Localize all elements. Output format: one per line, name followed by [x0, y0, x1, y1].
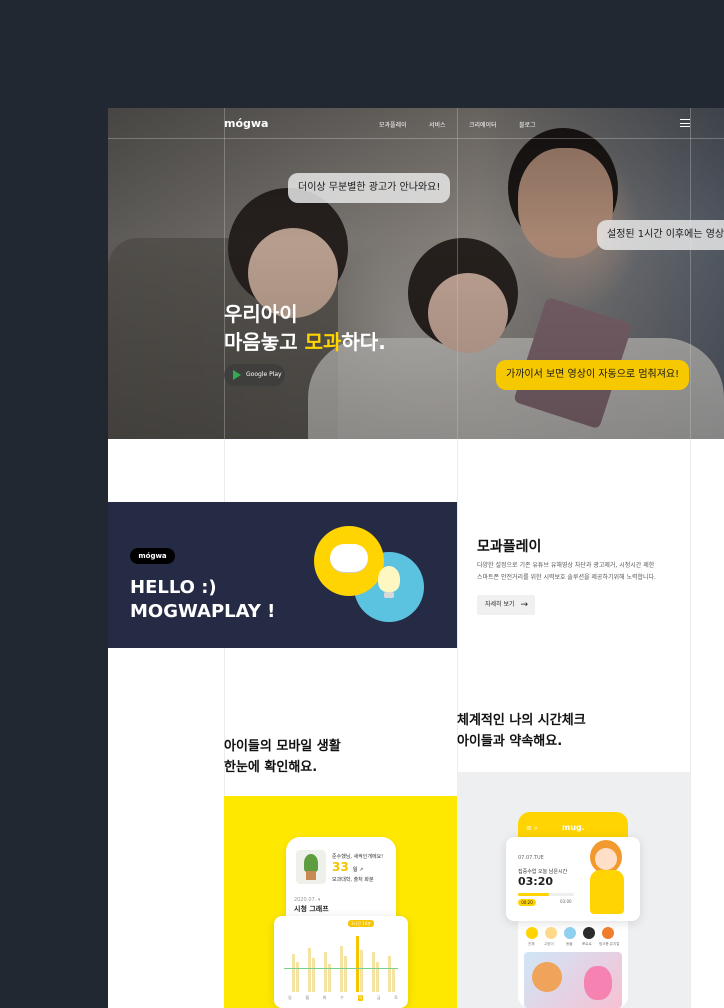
graph-bar	[392, 968, 395, 992]
day-label: 금	[376, 995, 381, 1000]
speech-bubble-auto-pause: 가까이서 보면 영상이 자동으로 멈춰져요!	[496, 360, 690, 390]
graph-bar	[388, 956, 391, 992]
speech-bubble-ads: 더이상 무분별한 광고가 안나와요!	[288, 173, 451, 203]
category-cat-icon[interactable]	[545, 927, 557, 939]
category-label: 핑크퐁 뮤지컬	[599, 942, 620, 946]
speech-bubble-time-limit: 설정된 1시간 이후에는 영상을 !	[597, 220, 724, 250]
category-label: 전체	[528, 942, 535, 946]
google-play-icon	[233, 370, 241, 380]
day-label: 일	[288, 995, 292, 1000]
timer-remaining: 03:20	[518, 875, 554, 888]
top-nav: mógwa 모과플레이 서비스 크리에이터 블로그	[108, 108, 724, 138]
hero-title-line2: 마음놓고 모과하다.	[224, 328, 386, 356]
bar-area	[284, 930, 398, 992]
mobile-life-heading: 아이들의 모바일 생활 한눈에 확인해요.	[224, 736, 341, 778]
hero-title-text: 마음놓고	[224, 330, 305, 354]
desc-line1: 다양한 설정으로 기존 유튜브 유해영상 차단과 광고제거, 시청시간 제한	[477, 562, 655, 569]
nav-item-blog[interactable]: 블로그	[519, 120, 536, 129]
more-details-button[interactable]: 자세히 보기 →	[477, 595, 535, 615]
desc-line2: 스마트폰 안전거리를 위한 시력보호 솔루션을 제공하기위해 노력합니다.	[477, 574, 656, 581]
mogwaplay-title: 모과플레이	[477, 539, 542, 555]
nav-item-creator[interactable]: 크리에이터	[469, 120, 497, 129]
graph-bar	[340, 946, 343, 992]
day-label: 월	[305, 995, 310, 1000]
hero-title-line1: 우리아이	[224, 302, 298, 326]
graph-day-labels: 일 월 화 수 목 금 토	[288, 995, 398, 1001]
hero-title-text-end: 하다.	[341, 330, 386, 354]
mogwaplay-banner: mógwa HELLO :) MOGWAPLAY !	[108, 502, 457, 648]
category-pinkfong-icon[interactable]	[602, 927, 614, 939]
hamburger-menu-icon[interactable]	[680, 119, 690, 127]
hello-line2: MOGWAPLAY !	[130, 601, 276, 622]
mogwaplay-description: 다양한 설정으로 기존 유튜브 유해영상 차단과 광고제거, 시청시간 제한 스…	[477, 560, 677, 584]
category-label: 고양이	[544, 942, 554, 946]
timer-app-menu-search-icons[interactable]: ≡ ⌕	[526, 824, 538, 833]
category-label: 동물	[566, 942, 573, 946]
lightbulb-icon	[378, 566, 400, 592]
hero-title: 우리아이 마음놓고 모과하다.	[224, 300, 386, 356]
day-label: 화	[322, 995, 327, 1000]
graph-date[interactable]: 2020.07. ▾	[294, 897, 320, 903]
timer-progress-bar	[518, 893, 574, 896]
day-label: 토	[394, 995, 398, 1000]
mogwa-badge: mógwa	[130, 548, 175, 564]
graph-peak-badge: 3시간 10분	[348, 920, 374, 927]
nav-divider	[108, 138, 724, 139]
lightbulb-base	[384, 592, 394, 598]
category-animal-icon[interactable]	[564, 927, 576, 939]
landing-page: mógwa 모과플레이 서비스 크리에이터 블로그 더이상 무분별한 광고가 안…	[108, 108, 724, 1008]
graph-bar	[360, 950, 363, 992]
time-heading-line1: 체계적인 나의 시간체크	[457, 713, 586, 728]
graph-average-line	[284, 968, 398, 969]
growth-days-unit: 일 ↗	[352, 867, 364, 873]
graph-bar	[376, 962, 379, 992]
time-heading-line2: 아이들과 약속해요.	[457, 734, 563, 749]
graph-bar	[296, 962, 299, 992]
video-thumbnail[interactable]	[524, 952, 622, 1008]
hero-title-highlight: 모과	[304, 330, 342, 354]
timer-app-logo: mug.	[562, 823, 585, 832]
time-check-heading: 체계적인 나의 시간체크 아이들과 약속해요.	[457, 710, 586, 752]
plant-icon	[296, 850, 326, 884]
category-pororo-icon[interactable]	[583, 927, 595, 939]
growth-days: 33 일 ↗	[332, 860, 363, 874]
growth-greeting: 준수했님, 새싹인개에요!	[332, 854, 384, 860]
timer-elapsed: 00:20	[518, 899, 536, 906]
more-details-label: 자세히 보기	[485, 601, 515, 608]
timer-total: 03:00	[560, 899, 572, 904]
growth-days-value: 33	[332, 860, 349, 874]
growth-sub: 모과대학, 출처 화분	[332, 877, 374, 883]
graph-bar	[312, 958, 315, 992]
viewing-graph-card: 3시간 10분 일 월 화 수 목 금 토	[274, 916, 408, 1008]
thought-cloud-icon	[330, 544, 368, 572]
viewing-graph-label: 시청 그래프	[294, 905, 329, 913]
hello-line1: HELLO :)	[130, 577, 217, 598]
day-label: 목	[357, 995, 364, 1001]
graph-bar	[344, 956, 347, 992]
life-heading-line2: 한눈에 확인해요.	[224, 760, 318, 775]
day-label: 수	[340, 995, 344, 1000]
graph-bar	[292, 954, 295, 992]
graph-bar	[308, 948, 311, 992]
graph-bar-highlight	[356, 936, 359, 992]
google-play-button[interactable]: Google Play	[224, 364, 285, 386]
category-all-icon[interactable]	[526, 927, 538, 939]
brand-logo[interactable]: mógwa	[224, 117, 268, 130]
nav-item-mogwaplay[interactable]: 모과플레이	[379, 120, 407, 129]
graph-bar	[372, 952, 375, 992]
hello-text: HELLO :) MOGWAPLAY !	[130, 576, 275, 624]
timer-caption: 집중수업 오늘 남은시간	[518, 869, 568, 875]
google-play-label: Google Play	[246, 371, 282, 378]
girl-character-illustration	[584, 840, 632, 918]
life-heading-line1: 아이들의 모바일 생활	[224, 739, 341, 754]
graph-bar	[324, 952, 327, 992]
timer-date: 07.07.TUE	[518, 855, 544, 861]
category-label: 뽀로로	[582, 942, 592, 946]
arrow-right-icon: →	[520, 600, 528, 610]
nav-item-service[interactable]: 서비스	[429, 120, 446, 129]
